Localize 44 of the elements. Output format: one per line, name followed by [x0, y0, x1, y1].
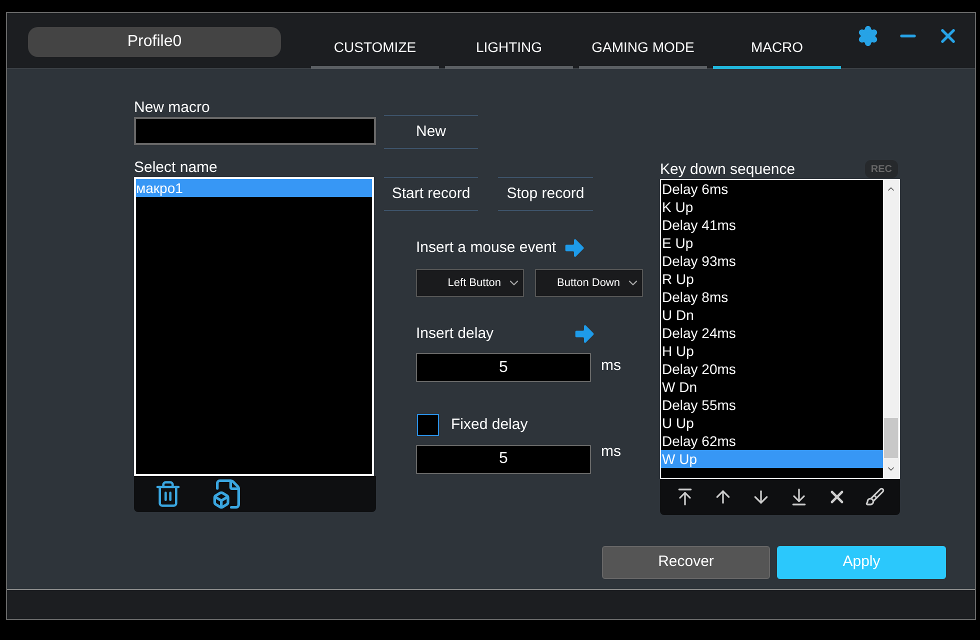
- scrollbar-thumb[interactable]: [884, 418, 898, 458]
- insert-delay-label: Insert delay: [416, 324, 494, 344]
- fixed-delay-label: Fixed delay: [451, 415, 528, 435]
- sequence-item[interactable]: Delay 41ms: [661, 216, 883, 234]
- sequence-item[interactable]: U Dn: [661, 306, 883, 324]
- stop-record-button[interactable]: Stop record: [498, 177, 593, 211]
- sequence-item[interactable]: H Up: [661, 342, 883, 360]
- select-name-label: Select name: [134, 158, 218, 177]
- new-macro-label: New macro: [134, 98, 211, 117]
- profile-name[interactable]: Profile0: [28, 27, 281, 57]
- tab[interactable]: LIGHTING: [445, 35, 573, 69]
- mouse-event-label: Insert a mouse event: [416, 238, 556, 258]
- new-button[interactable]: New: [384, 115, 478, 149]
- mouse-action-select[interactable]: Button Down: [535, 269, 643, 297]
- new-macro-field[interactable]: [134, 117, 376, 145]
- tab[interactable]: CUSTOMIZE: [311, 35, 439, 69]
- trash-icon[interactable]: [154, 479, 182, 509]
- recover-button[interactable]: Recover: [602, 546, 770, 579]
- start-record-button[interactable]: Start record: [384, 177, 478, 211]
- sequence-item[interactable]: R Up: [661, 270, 883, 288]
- mouse-button-select[interactable]: Left Button: [416, 269, 524, 297]
- sequence-item[interactable]: K Up: [661, 198, 883, 216]
- sequence-item[interactable]: Delay 8ms: [661, 288, 883, 306]
- unit-label: ms: [601, 356, 621, 376]
- delay-field[interactable]: 5: [416, 353, 591, 382]
- settings-icon[interactable]: [857, 25, 879, 47]
- unit-label: ms: [601, 442, 621, 462]
- tab[interactable]: MACRO: [713, 35, 841, 69]
- sequence-item[interactable]: U Up: [661, 414, 883, 432]
- scrollbar[interactable]: [883, 180, 899, 478]
- sequence-item[interactable]: W Dn: [661, 378, 883, 396]
- fixed-delay-checkbox[interactable]: [417, 414, 439, 436]
- sequence-label: Key down sequence: [660, 160, 796, 180]
- brush-icon[interactable]: [865, 487, 885, 507]
- fixed-delay-field[interactable]: 5: [416, 444, 591, 474]
- sequence-item[interactable]: Delay 55ms: [661, 396, 883, 414]
- sequence-item[interactable]: Delay 93ms: [661, 252, 883, 270]
- sequence-item[interactable]: Delay 6ms: [661, 180, 883, 198]
- sequence-item[interactable]: Delay 62ms: [661, 432, 883, 450]
- sequence-item[interactable]: E Up: [661, 234, 883, 252]
- sequence-item[interactable]: Delay 24ms: [661, 324, 883, 342]
- tab[interactable]: GAMING MODE: [579, 35, 707, 69]
- sequence-item[interactable]: Delay 20ms: [661, 360, 883, 378]
- rec-badge: REC: [864, 160, 898, 178]
